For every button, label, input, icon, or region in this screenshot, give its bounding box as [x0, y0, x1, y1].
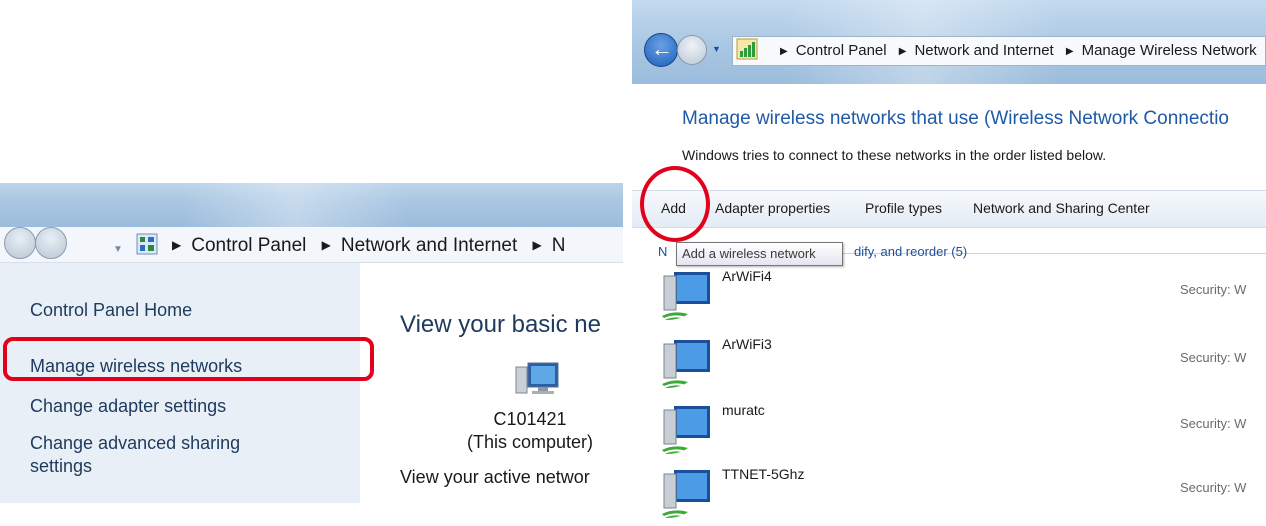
breadcrumb-separator-icon: ▶ [172, 238, 182, 252]
forward-button[interactable] [677, 35, 707, 65]
recent-pages-chevron-icon[interactable]: ▼ [113, 244, 123, 255]
breadcrumb-separator-icon: ▶ [321, 238, 331, 252]
page-title: View your basic ne [400, 311, 601, 338]
page-subtitle: Windows tries to connect to these networ… [682, 147, 1107, 163]
network-security: Security: W [1180, 282, 1247, 297]
group-heading-suffix: dify, and reorder (5) [854, 244, 968, 259]
breadcrumb: ▶ Control Panel ▶ Network and Internet ▶ N [162, 235, 566, 257]
breadcrumb-separator-icon: ▶ [1065, 46, 1074, 57]
recent-pages-chevron-icon[interactable]: ▼ [712, 44, 721, 54]
page-title: Manage wireless networks that use (Wirel… [682, 108, 1229, 129]
list-item[interactable]: ArWiFi3 Security: W [632, 336, 1266, 398]
tooltip: Add a wireless network [676, 242, 843, 266]
network-name: ArWiFi3 [722, 336, 772, 352]
breadcrumb-separator-icon: ▶ [898, 46, 907, 57]
computer-label: C101421 (This computer) [380, 408, 623, 454]
right-window: ▼ ▶ Control Panel ▶ Network and Internet ▶… [632, 0, 1266, 526]
highlight-box [3, 337, 374, 381]
sidebar-item-change-advanced-sharing[interactable]: Change advanced sharing [30, 433, 240, 454]
breadcrumb-item[interactable]: N [552, 235, 566, 256]
computer-note: (This computer) [466, 432, 594, 452]
wireless-network-icon [661, 340, 710, 389]
breadcrumb-item[interactable]: Network and Internet [341, 235, 517, 256]
network-name: ArWiFi4 [722, 268, 772, 284]
breadcrumb-item[interactable]: Network and Internet [914, 42, 1053, 59]
wireless-network-icon [661, 470, 710, 519]
active-networks-heading: View your active networ [400, 467, 590, 487]
network-name: muratc [722, 402, 765, 418]
breadcrumb: ▶ Control Panel ▶ Network and Internet ▶ Ma… [772, 42, 1257, 59]
wireless-network-icon [661, 406, 710, 455]
sidebar-item-change-advanced-sharing-cont[interactable]: settings [30, 456, 92, 477]
back-button[interactable] [4, 227, 36, 259]
control-panel-icon [136, 233, 158, 255]
network-name: TTNET-5Ghz [722, 466, 805, 482]
network-security: Security: W [1180, 416, 1247, 431]
list-item[interactable]: TTNET-5Ghz Security: W [632, 466, 1266, 526]
computer-name: C101421 [493, 409, 567, 429]
breadcrumb-item[interactable]: Control Panel [191, 235, 306, 256]
back-arrow-icon[interactable] [644, 33, 678, 67]
sidebar-item-control-panel-home[interactable]: Control Panel Home [30, 300, 192, 321]
forward-button[interactable] [35, 227, 67, 259]
breadcrumb-separator-icon: ▶ [780, 46, 788, 57]
breadcrumb-item[interactable]: Manage Wireless Network [1082, 42, 1257, 59]
computer-icon [515, 362, 559, 394]
list-item[interactable]: muratc Security: W [632, 402, 1266, 464]
wireless-network-icon [661, 272, 710, 321]
breadcrumb-separator-icon: ▶ [532, 238, 542, 252]
list-item[interactable]: ArWiFi4 Security: W [632, 268, 1266, 330]
title-bar [0, 183, 623, 227]
profile-types-button[interactable]: Profile types [865, 200, 942, 216]
network-security: Security: W [1180, 480, 1247, 495]
sidebar-item-change-adapter-settings[interactable]: Change adapter settings [30, 396, 226, 417]
group-heading-prefix: N [658, 244, 668, 259]
highlight-circle [640, 166, 710, 242]
network-security: Security: W [1180, 350, 1247, 365]
network-icon [736, 38, 758, 60]
breadcrumb-item[interactable]: Control Panel [796, 42, 887, 59]
adapter-properties-button[interactable]: Adapter properties [715, 200, 830, 216]
left-window: ▼ ▶ Control Panel ▶ Network and Internet ▶… [0, 183, 623, 503]
network-sharing-center-button[interactable]: Network and Sharing Center [973, 200, 1150, 216]
